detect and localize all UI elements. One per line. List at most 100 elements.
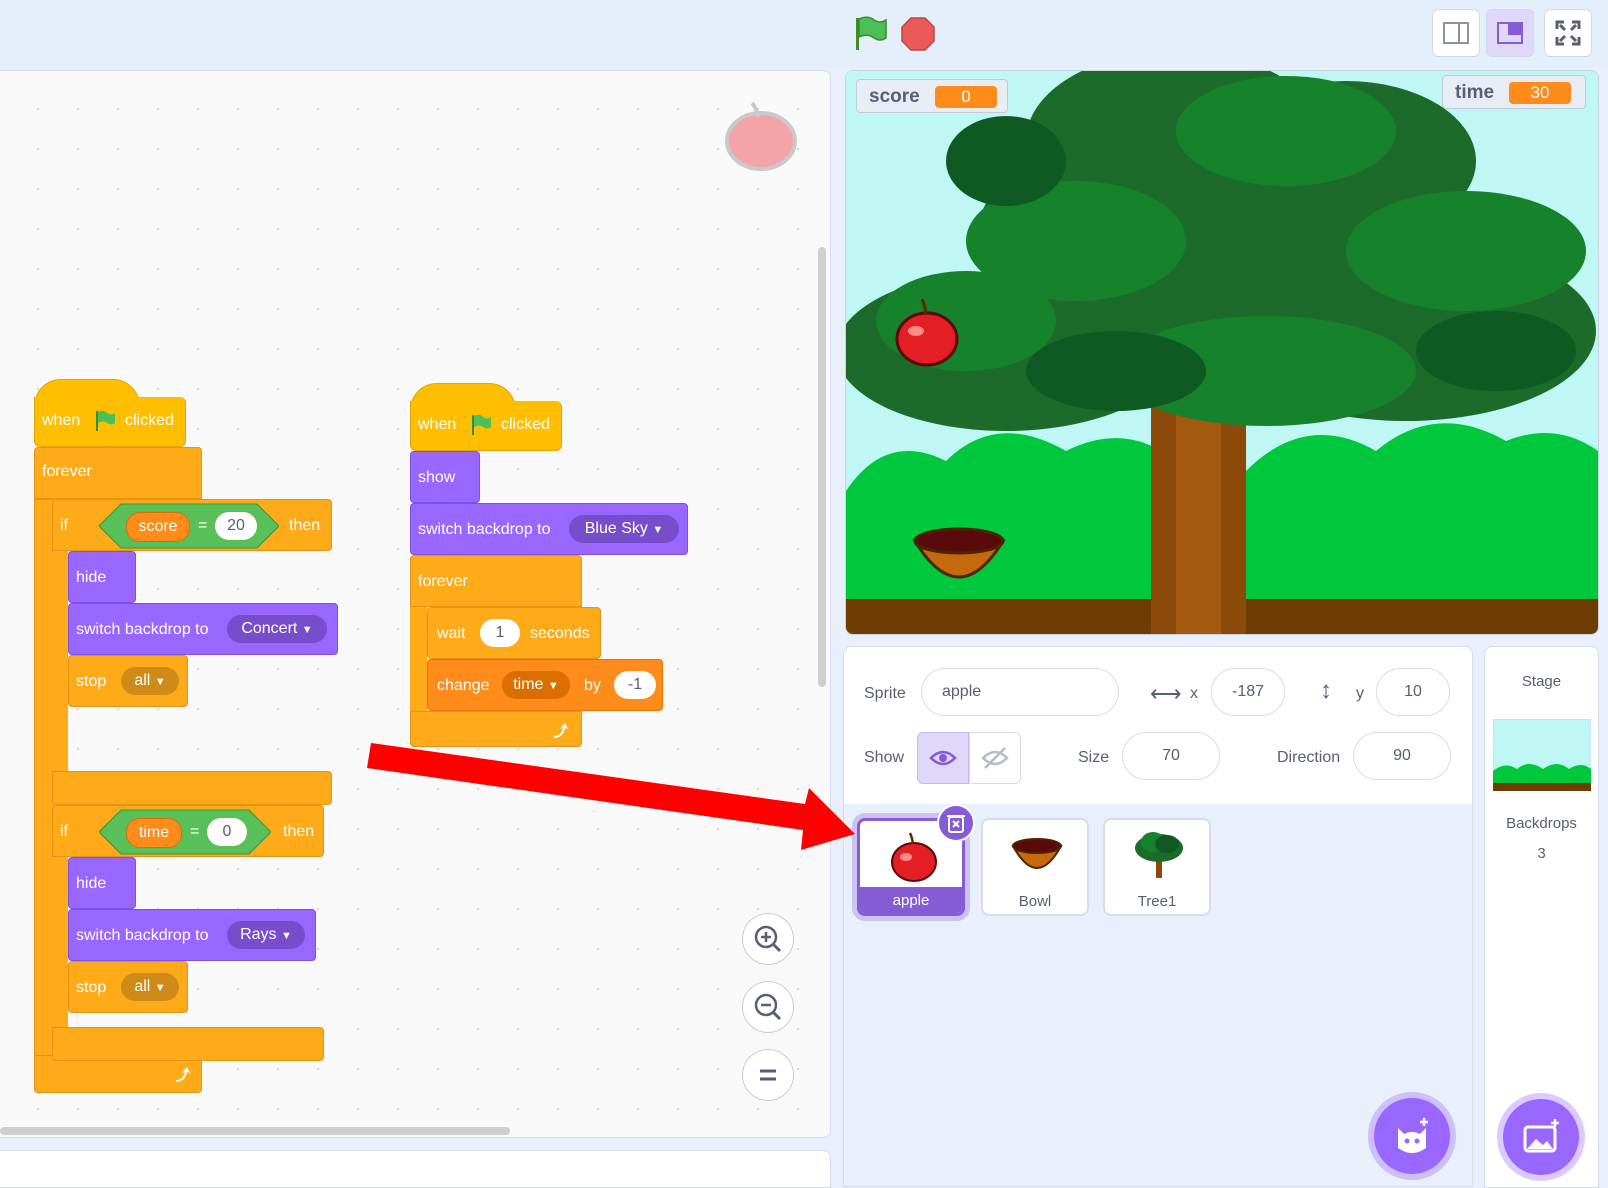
- time-reporter[interactable]: time: [126, 818, 182, 848]
- loop-arrow-icon: [554, 723, 568, 738]
- normal-stage-button[interactable]: [1486, 9, 1534, 57]
- sprite-label: Sprite: [864, 685, 906, 702]
- sprite-tile-name: apple: [892, 892, 930, 909]
- eye-hidden-icon: [981, 747, 1009, 769]
- switch-backdrop-text: switch backdrop to: [76, 621, 209, 638]
- delete-sprite-button[interactable]: [937, 804, 975, 842]
- tree-thumbnail-icon: [1135, 832, 1183, 878]
- wait-block[interactable]: wait 1 seconds: [427, 607, 601, 659]
- switch-backdrop-block-1[interactable]: switch backdrop to Concert ▼: [68, 603, 338, 655]
- variable-dropdown[interactable]: time ▼: [502, 671, 570, 699]
- bowl-sprite[interactable]: [912, 523, 1006, 587]
- sprite-info-panel: Sprite apple ⟷ x -187 ↕ y 10 Show Size 7…: [843, 646, 1473, 806]
- backdrop-add-icon: [1523, 1119, 1559, 1153]
- dropdown-arrow-icon: ▼: [301, 624, 313, 636]
- time-value-input[interactable]: 0: [207, 818, 247, 846]
- if-score-bottom: [52, 771, 332, 805]
- when-flag-clicked-block[interactable]: when clicked: [34, 397, 186, 447]
- when-flag-clicked-block[interactable]: when clicked: [410, 401, 562, 451]
- vertical-scrollbar[interactable]: [818, 247, 826, 687]
- forever-block[interactable]: forever: [34, 447, 202, 499]
- wait-text: wait: [437, 625, 466, 642]
- equals-text: =: [198, 517, 208, 534]
- size-input[interactable]: 70: [1122, 732, 1220, 780]
- if-time-bottom: [52, 1027, 324, 1061]
- choose-backdrop-button[interactable]: [1503, 1099, 1579, 1175]
- score-monitor-value: 0: [935, 86, 997, 108]
- stop-option: all: [134, 672, 151, 689]
- forever-text: forever: [42, 463, 92, 480]
- change-text: change: [437, 677, 490, 694]
- time-monitor[interactable]: time 30: [1442, 75, 1586, 109]
- dropdown-arrow-icon: ▼: [154, 676, 166, 688]
- zoom-out-button[interactable]: [742, 981, 794, 1033]
- x-position-input[interactable]: -187: [1211, 668, 1285, 716]
- change-variable-block[interactable]: change time ▼ by -1: [427, 659, 663, 711]
- backdrop-dropdown[interactable]: Blue Sky ▼: [569, 515, 679, 543]
- stop-button[interactable]: [900, 16, 936, 52]
- backdrop-option: Rays: [240, 926, 277, 943]
- green-flag-icon: [472, 414, 491, 435]
- sprite-tile-name: Bowl: [1018, 893, 1052, 910]
- y-position-input[interactable]: 10: [1376, 668, 1450, 716]
- direction-input[interactable]: 90: [1353, 732, 1451, 780]
- horizontal-scrollbar[interactable]: [0, 1127, 510, 1135]
- if-score-block[interactable]: if score = 20 then: [52, 499, 332, 551]
- wait-seconds-input[interactable]: 1: [480, 619, 520, 647]
- switch-backdrop-block-3[interactable]: switch backdrop to Blue Sky ▼: [410, 503, 688, 555]
- show-block[interactable]: show: [410, 451, 480, 503]
- hide-block-2[interactable]: hide: [68, 857, 136, 909]
- sprite-name-input[interactable]: apple: [921, 668, 1119, 716]
- forever-block-2[interactable]: forever: [410, 555, 582, 607]
- show-hidden-button[interactable]: [969, 732, 1021, 784]
- stage-canvas[interactable]: score 0 time 30: [845, 70, 1599, 635]
- dropdown-arrow-icon: ▼: [547, 680, 559, 692]
- y-arrow-icon: ↕: [1320, 677, 1332, 704]
- backdrop-dropdown[interactable]: Rays ▼: [227, 921, 305, 949]
- if-text: if: [60, 823, 68, 840]
- stage-target-panel[interactable]: Stage Backdrops 3: [1484, 646, 1599, 1188]
- code-area[interactable]: when clicked forever if score = 20 then: [0, 70, 831, 1138]
- backdrop-option: Concert: [241, 620, 298, 637]
- dropdown-arrow-icon: ▼: [154, 982, 166, 994]
- if-time-block[interactable]: if time = 0 then: [52, 805, 324, 857]
- zoom-reset-button[interactable]: [742, 1049, 794, 1101]
- by-text: by: [584, 677, 601, 694]
- zoom-in-icon: [754, 925, 782, 953]
- fullscreen-button[interactable]: [1544, 9, 1592, 57]
- score-value-input[interactable]: 20: [215, 512, 257, 540]
- if-text: if: [60, 517, 68, 534]
- small-stage-button[interactable]: [1432, 9, 1480, 57]
- apple-sprite-ghost-icon: [725, 101, 797, 171]
- green-flag-button[interactable]: [850, 14, 890, 54]
- stop-block-2[interactable]: stop all ▼: [68, 961, 188, 1013]
- fullscreen-icon: [1555, 20, 1581, 46]
- apple-sprite[interactable]: [892, 297, 962, 367]
- when-text: when: [42, 412, 81, 429]
- choose-sprite-button[interactable]: [1374, 1098, 1450, 1174]
- green-flag-icon: [856, 16, 887, 50]
- sprite-tile-bowl[interactable]: Bowl: [981, 818, 1089, 916]
- score-reporter[interactable]: score: [126, 512, 190, 542]
- stop-dropdown[interactable]: all ▼: [121, 973, 179, 1001]
- stop-block-1[interactable]: stop all ▼: [68, 655, 188, 707]
- score-monitor[interactable]: score 0: [856, 79, 1008, 113]
- change-by-input[interactable]: -1: [614, 671, 656, 699]
- show-visible-button[interactable]: [917, 732, 969, 784]
- dropdown-arrow-icon: ▼: [652, 524, 664, 536]
- backpack-bar[interactable]: [0, 1150, 831, 1188]
- forever-arm: [34, 499, 54, 1057]
- sprite-tile-tree1[interactable]: Tree1: [1103, 818, 1211, 916]
- zoom-out-icon: [754, 993, 782, 1021]
- stage-title: Stage: [1521, 673, 1562, 690]
- direction-label: Direction: [1277, 749, 1341, 766]
- equals-text: =: [190, 823, 200, 840]
- seconds-text: seconds: [530, 625, 590, 642]
- backdrops-label: Backdrops: [1506, 815, 1577, 832]
- stop-dropdown[interactable]: all ▼: [121, 667, 179, 695]
- trash-icon: [947, 815, 965, 833]
- zoom-in-button[interactable]: [742, 913, 794, 965]
- switch-backdrop-block-2[interactable]: switch backdrop to Rays ▼: [68, 909, 316, 961]
- backdrop-dropdown[interactable]: Concert ▼: [227, 615, 327, 643]
- hide-block-1[interactable]: hide: [68, 551, 136, 603]
